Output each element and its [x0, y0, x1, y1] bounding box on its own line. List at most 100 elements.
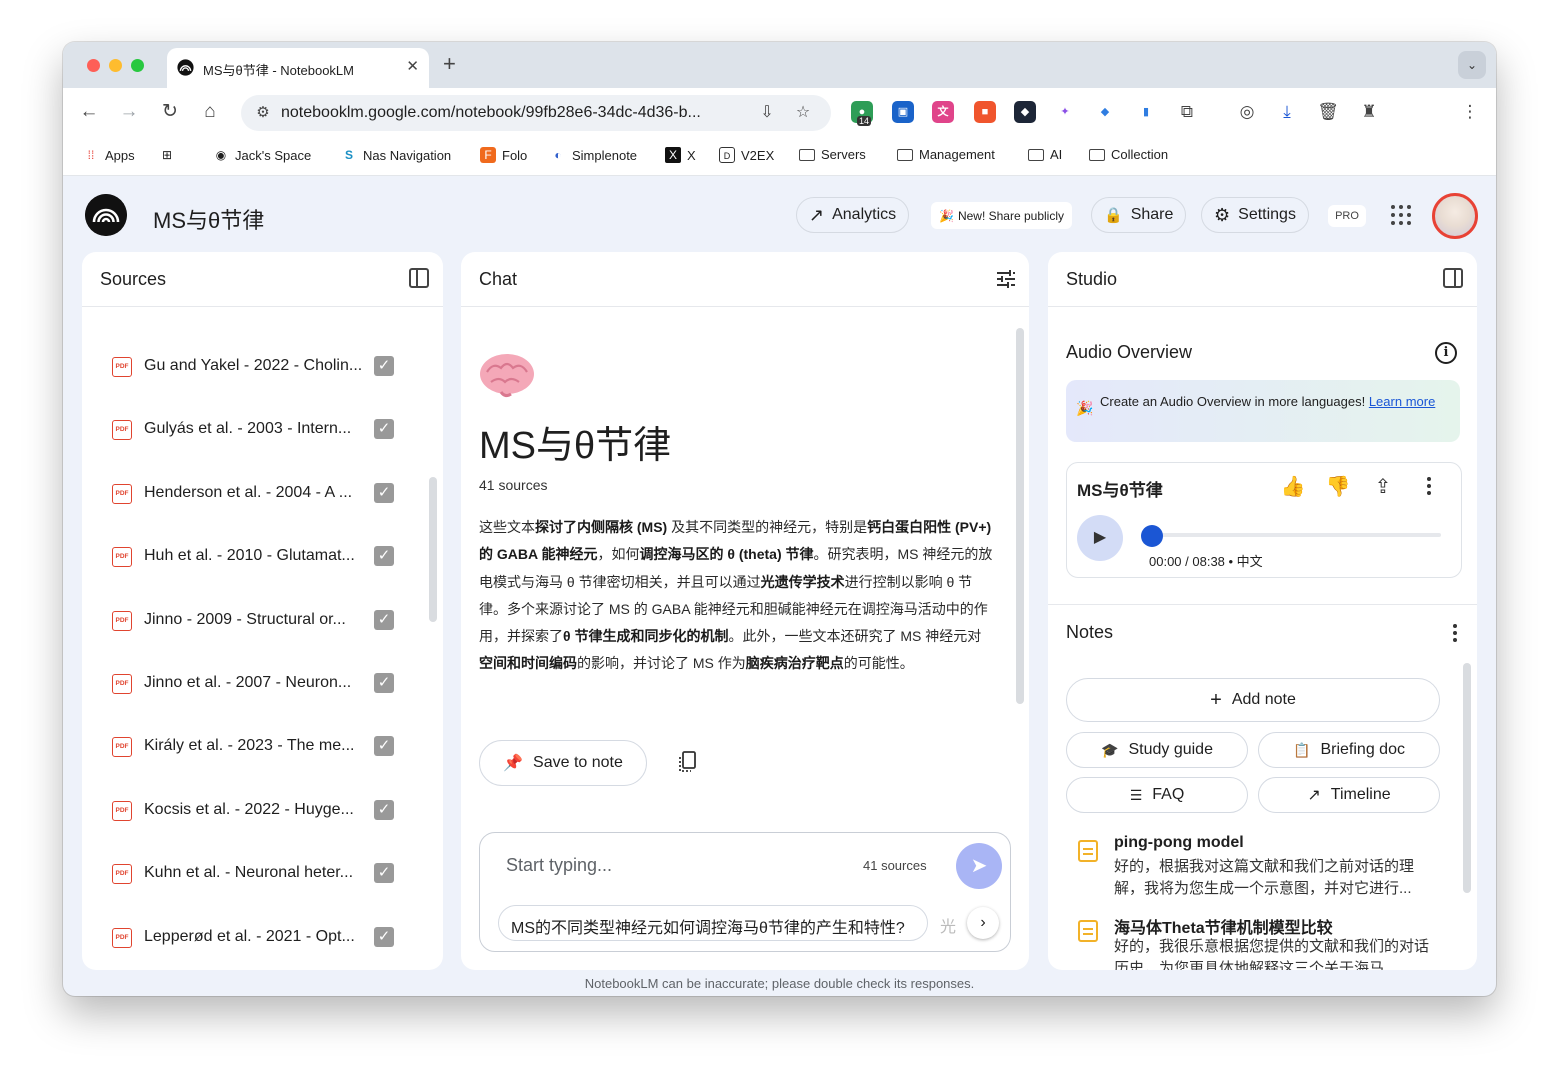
notebooklm-logo-icon[interactable]: [85, 194, 127, 236]
settings-button[interactable]: ⚙ Settings: [1201, 197, 1309, 233]
profile-avatar[interactable]: [1432, 193, 1478, 239]
copy-icon[interactable]: [677, 750, 697, 774]
source-checkbox[interactable]: ✓: [374, 482, 394, 503]
chat-options-button[interactable]: [995, 268, 1017, 290]
extension-purple-icon[interactable]: ✦: [1054, 101, 1076, 123]
address-bar[interactable]: ⚙ notebooklm.google.com/notebook/99fb28e…: [241, 95, 831, 131]
sources-scrollbar[interactable]: [429, 477, 437, 622]
incognito-icon[interactable]: ♜: [1357, 100, 1381, 124]
install-app-icon[interactable]: ⇩: [757, 103, 777, 123]
thumbs-down-icon[interactable]: 👎: [1324, 473, 1352, 501]
extension-dark-icon[interactable]: ◆: [1014, 101, 1036, 123]
forward-button[interactable]: →: [117, 100, 141, 124]
bookmark-servers[interactable]: Servers: [799, 147, 866, 162]
extensions-puzzle-icon[interactable]: ⧉: [1175, 100, 1199, 124]
source-item[interactable]: PDF Kocsis et al. - 2022 - Huyge... ✓: [82, 791, 443, 831]
back-button[interactable]: ←: [77, 100, 101, 124]
source-checkbox[interactable]: ✓: [374, 356, 394, 376]
source-item[interactable]: PDF Király et al. - 2023 - The me... ✓: [82, 727, 443, 767]
notes-more-icon[interactable]: [1452, 624, 1458, 644]
browser-menu-icon[interactable]: ⋮: [1458, 100, 1482, 124]
collapse-sources-button[interactable]: [409, 268, 431, 290]
screenshot-icon[interactable]: ◎: [1235, 100, 1259, 124]
extension-graduation-icon[interactable]: ◆: [1094, 101, 1116, 123]
tab-notebooklm[interactable]: MS与θ节律 - NotebookLM ✕: [167, 48, 429, 88]
url-text[interactable]: notebooklm.google.com/notebook/99fb28e6-…: [281, 104, 701, 122]
share-icon[interactable]: ⇪: [1369, 473, 1397, 501]
source-item[interactable]: PDF Lepperød et al. - 2021 - Opt... ✓: [82, 918, 443, 958]
next-suggestion-button[interactable]: ›: [967, 907, 999, 939]
thumbs-up-icon[interactable]: 👍: [1279, 473, 1307, 501]
share-publicly-button[interactable]: 🎉 New! Share publicly: [931, 202, 1073, 229]
collapse-studio-button[interactable]: [1443, 268, 1465, 290]
briefing-doc-button[interactable]: 📋 Briefing doc: [1258, 732, 1440, 768]
tab-search-button[interactable]: ⌄: [1458, 51, 1486, 79]
analytics-button[interactable]: ↗ Analytics: [796, 197, 910, 233]
trash-icon[interactable]: 🗑: [1316, 100, 1340, 124]
bookmark-tab-groups[interactable]: ⊞: [159, 147, 175, 163]
source-item[interactable]: PDF Jinno et al. - 2007 - Neuron... ✓: [82, 664, 443, 704]
audio-more-icon[interactable]: [1426, 477, 1432, 497]
notes-scrollbar[interactable]: [1463, 663, 1471, 893]
source-item[interactable]: PDF Kuhn et al. - Neuronal heter... ✓: [82, 854, 443, 894]
bookmark-simplenote[interactable]: ◐ Simplenote: [550, 147, 637, 163]
source-checkbox[interactable]: ✓: [374, 419, 394, 440]
extension-translate-icon[interactable]: 文: [932, 101, 954, 123]
source-item[interactable]: PDF Jinno - 2009 - Structural or... ✓: [82, 601, 443, 641]
source-checkbox[interactable]: ✓: [374, 609, 394, 630]
note-item[interactable]: ping-pong model 好的，根据我对这篇文献和我们之前对话的理解，我将…: [1078, 834, 1438, 904]
google-apps-icon[interactable]: [1390, 204, 1412, 226]
source-checkbox[interactable]: ✓: [374, 673, 394, 693]
extension-blue-square-icon[interactable]: ▣: [892, 101, 914, 123]
bookmark-x[interactable]: XX: [665, 147, 696, 163]
suggested-question[interactable]: MS的不同类型神经元如何调控海马θ节律的产生和特性?: [498, 905, 928, 941]
home-button[interactable]: ⌂: [198, 100, 222, 124]
info-icon[interactable]: i: [1435, 342, 1457, 364]
source-item[interactable]: PDF Gulyás et al. - 2003 - Intern... ✓: [82, 410, 443, 450]
site-info-icon[interactable]: ⚙: [253, 103, 273, 123]
bookmark-management[interactable]: Management: [897, 147, 995, 162]
play-button[interactable]: ▶: [1077, 515, 1123, 561]
study-guide-button[interactable]: 🎓 Study guide: [1066, 732, 1248, 768]
source-checkbox[interactable]: ✓: [374, 926, 394, 947]
suggested-question-next[interactable]: 光: [940, 905, 970, 941]
party-popper-icon: 🎉: [939, 208, 954, 223]
source-checkbox[interactable]: ✓: [374, 863, 394, 884]
source-item[interactable]: PDF Gu and Yakel - 2022 - Cholin... ✓: [82, 347, 443, 387]
bookmark-folo[interactable]: F Folo: [480, 147, 527, 163]
close-tab-icon[interactable]: ✕: [406, 57, 419, 75]
audio-progress-knob[interactable]: [1141, 525, 1163, 547]
save-to-note-button[interactable]: 📌 Save to note: [479, 740, 647, 786]
chat-scrollbar[interactable]: [1016, 328, 1024, 704]
send-button[interactable]: ➤: [956, 843, 1002, 889]
bookmark-collection[interactable]: Collection: [1089, 147, 1168, 162]
bookmark-v2ex[interactable]: D V2EX: [719, 147, 774, 163]
reload-button[interactable]: ↻: [158, 100, 182, 124]
source-item[interactable]: PDF Huh et al. - 2010 - Glutamat... ✓: [82, 537, 443, 577]
new-tab-button[interactable]: +: [443, 51, 456, 77]
note-item[interactable]: 海马体Theta节律机制模型比较 好的，我很乐意根据您提供的文献和我们的对话历史…: [1078, 914, 1438, 970]
learn-more-link[interactable]: Learn more: [1369, 394, 1435, 409]
zoom-window-button[interactable]: [131, 59, 144, 72]
bookmark-apps[interactable]: ⁞⁞ Apps: [83, 147, 135, 163]
add-note-button[interactable]: + Add note: [1066, 678, 1440, 722]
chat-input[interactable]: Start typing...: [506, 855, 612, 876]
notebook-title[interactable]: MS与θ节律: [153, 203, 264, 235]
share-button[interactable]: 🔒 Share: [1091, 197, 1187, 233]
download-icon[interactable]: ⤓: [1275, 100, 1299, 124]
bookmark-jacks-space[interactable]: ◉ Jack's Space: [213, 147, 311, 163]
source-checkbox[interactable]: ✓: [374, 799, 394, 820]
faq-button[interactable]: ☰ FAQ: [1066, 777, 1248, 813]
audio-progress-track[interactable]: [1145, 533, 1441, 537]
timeline-button[interactable]: ↗ Timeline: [1258, 777, 1440, 813]
close-window-button[interactable]: [87, 59, 100, 72]
bookmark-ai[interactable]: AI: [1028, 147, 1062, 162]
source-checkbox[interactable]: ✓: [374, 546, 394, 567]
bookmark-nas-navigation[interactable]: S Nas Navigation: [341, 147, 451, 163]
source-item[interactable]: PDF Henderson et al. - 2004 - A ... ✓: [82, 474, 443, 514]
extension-chart-icon[interactable]: ▮: [1135, 101, 1157, 123]
minimize-window-button[interactable]: [109, 59, 122, 72]
bookmark-star-icon[interactable]: ☆: [793, 103, 813, 123]
extension-office-icon[interactable]: ■: [974, 101, 996, 123]
source-checkbox[interactable]: ✓: [374, 736, 394, 757]
